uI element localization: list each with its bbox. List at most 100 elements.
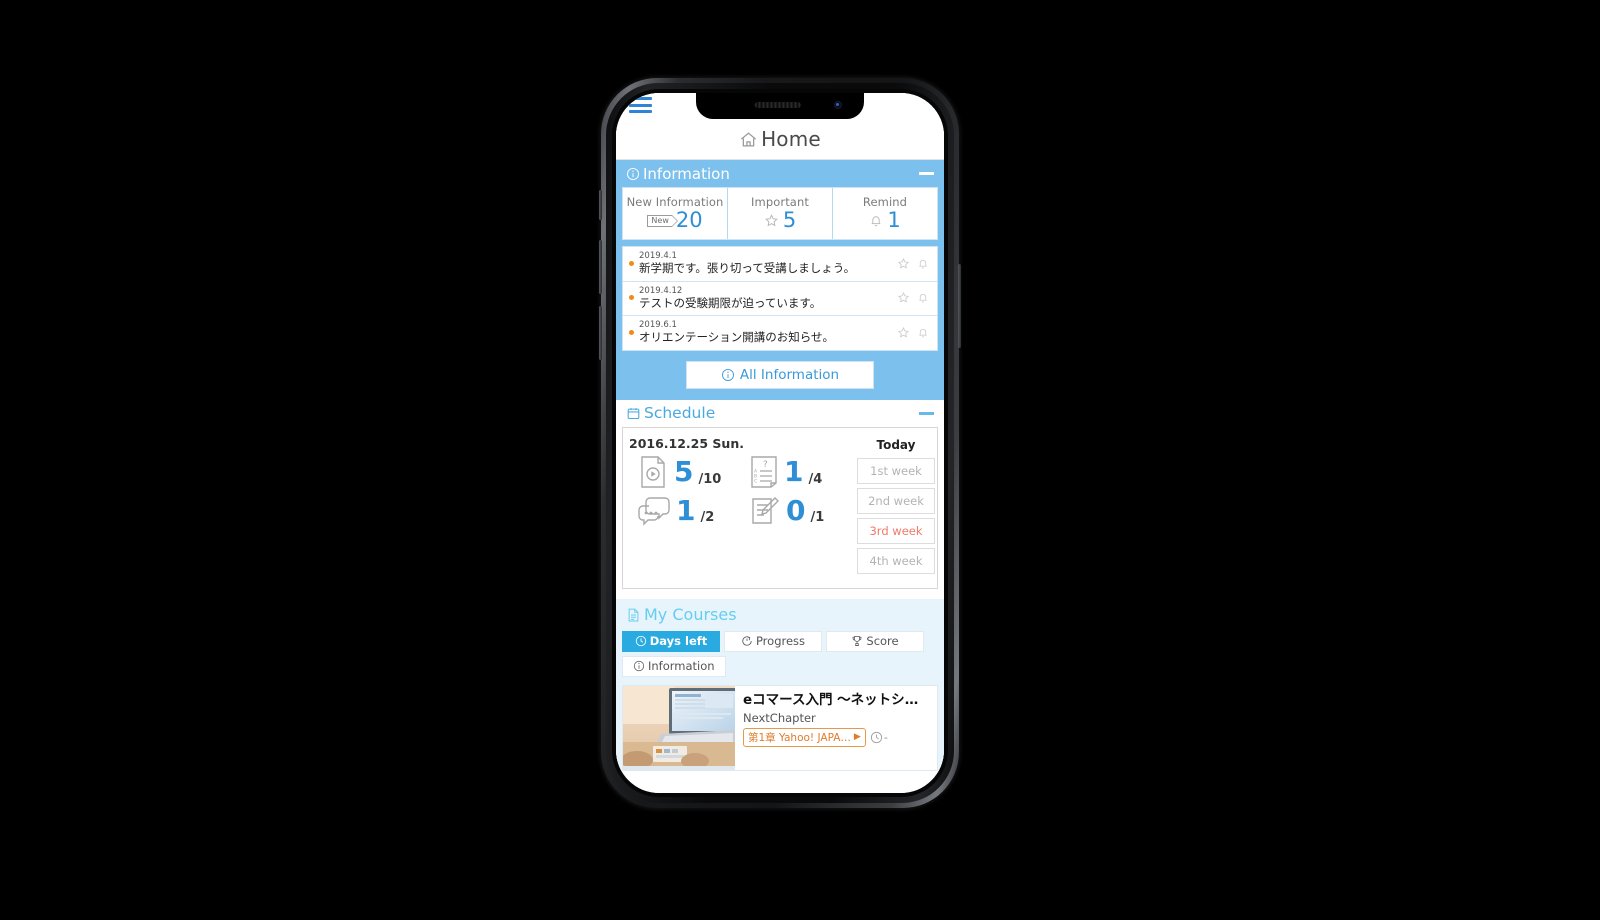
star-icon[interactable] (897, 326, 910, 339)
silent-switch[interactable] (599, 190, 602, 220)
star-icon (764, 214, 778, 227)
page-title-bar: Home (616, 119, 944, 160)
summary-card-remind[interactable]: Remind 1 (833, 188, 937, 239)
volume-down-button[interactable] (599, 306, 602, 360)
clock-icon (635, 636, 646, 647)
course-card[interactable]: eコマース入門 ～ネットショ… NextChapter 第1章 Yahoo! J… (622, 684, 938, 771)
all-information-button[interactable]: All Information (686, 360, 874, 389)
my-courses-title: My Courses (644, 605, 737, 625)
clock-icon (870, 731, 882, 743)
counter-total: /2 (700, 509, 715, 525)
course-title: eコマース入門 ～ネットショ… (743, 691, 931, 708)
summary-card-new-information[interactable]: New Information New 20 (623, 188, 728, 239)
course-chapter-badge[interactable]: 第1章 Yahoo! JAPA… ▶ (743, 727, 866, 747)
information-list: 2019.4.1 新学期です。張り切って受講しましょう。 2019.4.12 テ… (622, 246, 938, 351)
home-icon (741, 131, 757, 146)
list-item-message: 新学期です。張り切って受講しましょう。 (639, 261, 856, 276)
list-item-actions (897, 326, 929, 339)
unread-dot-icon (629, 260, 634, 266)
list-item-actions (897, 291, 929, 304)
summary-card-value-row: 5 (730, 210, 830, 231)
list-item[interactable]: 2019.4.1 新学期です。張り切って受講しましょう。 (622, 246, 938, 282)
tab-label: Information (648, 659, 715, 674)
course-chapter-label: 第1章 Yahoo! JAPA… (748, 731, 851, 744)
svg-text:C: C (754, 478, 757, 484)
bell-icon[interactable] (917, 291, 929, 304)
list-item-date: 2019.4.12 (639, 285, 683, 296)
my-courses-header-label: My Courses (626, 605, 737, 624)
tab-days-left[interactable]: Days left (622, 630, 720, 652)
list-item-text: 2019.4.12 テストの受験期限が迫っています。 (639, 286, 891, 311)
information-title: Information (643, 164, 730, 183)
chevron-right-icon: ▶ (853, 732, 861, 743)
tab-label: Progress (755, 634, 806, 649)
week-button-1[interactable]: 1st week (857, 457, 935, 484)
all-information-label: All Information (739, 366, 840, 383)
list-item-message: テストの受験期限が迫っています。 (639, 295, 822, 310)
new-tag-icon: New (647, 214, 679, 227)
hamburger-menu-icon[interactable] (629, 97, 652, 113)
bell-icon[interactable] (917, 257, 929, 270)
counter-total: /10 (698, 471, 722, 487)
video-lesson-icon (641, 455, 665, 488)
bell-icon[interactable] (917, 326, 929, 339)
phone-device-frame: Home Information New Information New 20 … (599, 78, 961, 808)
information-collapse-icon[interactable] (919, 172, 934, 175)
quiz-test-icon: ? A B C (751, 455, 777, 488)
schedule-counters: 2016.12.25 Sun. 5 /10 ? A B C 1 /4 1 /2 … (629, 436, 853, 578)
counter-discussion[interactable]: 1 /2 (629, 495, 741, 527)
summary-card-label: Important (751, 195, 809, 209)
list-item[interactable]: 2019.4.12 テストの受験期限が迫っています。 (622, 281, 938, 317)
information-header-label: Information (626, 165, 730, 183)
today-label: Today (876, 437, 916, 452)
week-button-4[interactable]: 4th week (857, 547, 935, 574)
counter-total: /4 (808, 471, 823, 487)
schedule-collapse-icon[interactable] (919, 411, 934, 415)
bell-icon (871, 216, 881, 227)
star-icon[interactable] (897, 257, 910, 270)
course-filter-tabs: Days left Progress Score Information (616, 630, 944, 685)
schedule-header: Schedule (616, 400, 944, 427)
my-courses-section: My Courses Days left Progress Score Info… (616, 598, 944, 771)
phone-bezel: Home Information New Information New 20 … (612, 89, 948, 797)
counter-video-lesson[interactable]: 5 /10 (629, 455, 741, 489)
week-button-2[interactable]: 2nd week (857, 487, 935, 514)
discussion-icon (638, 496, 670, 526)
power-button[interactable] (958, 264, 961, 348)
counter-report[interactable]: 0 /1 (741, 495, 853, 527)
counter-value: 1 (784, 454, 804, 488)
progress-icon (742, 636, 752, 646)
course-thumbnail (623, 685, 735, 770)
tab-progress[interactable]: Progress (724, 630, 822, 652)
summary-card-value: 5 (782, 208, 797, 232)
week-button-3[interactable]: 3rd week (857, 517, 935, 544)
schedule-section: Schedule 2016.12.25 Sun. 5 /10 ? A B C 1… (616, 399, 944, 599)
schedule-header-label: Schedule (626, 404, 715, 422)
schedule-date: 2016.12.25 Sun. (629, 435, 744, 451)
list-item-date: 2019.4.1 (639, 251, 677, 261)
trophy-icon (853, 636, 862, 647)
counter-total: /1 (810, 509, 825, 525)
course-details: eコマース入門 ～ネットショ… NextChapter 第1章 Yahoo! J… (735, 686, 937, 770)
summary-card-important[interactable]: Important 5 (728, 188, 833, 239)
tab-label: Days left (649, 634, 708, 649)
list-item[interactable]: 2019.6.1 オリエンテーション開講のお知らせ。 (622, 316, 938, 351)
unread-dot-icon (629, 329, 634, 335)
summary-card-label: Remind (862, 195, 908, 209)
front-camera-icon (834, 101, 842, 109)
info-circle-icon (721, 368, 734, 381)
counter-quiz-test[interactable]: ? A B C 1 /4 (741, 455, 853, 489)
information-section: Information New Information New 20 Impor… (616, 160, 944, 400)
list-item-message: オリエンテーション開講のお知らせ。 (639, 330, 835, 345)
volume-up-button[interactable] (599, 240, 602, 294)
tab-information[interactable]: Information (622, 655, 726, 677)
document-icon (628, 608, 639, 622)
tab-score[interactable]: Score (826, 630, 924, 652)
report-icon (752, 496, 779, 524)
week-selector: Today 1st week 2nd week 3rd week 4th wee… (853, 436, 935, 578)
counter-value: 5 (674, 454, 694, 488)
all-information-wrap: All Information (616, 360, 944, 389)
summary-card-value-row: 1 (835, 210, 935, 231)
list-item-actions (897, 257, 929, 270)
star-icon[interactable] (897, 291, 910, 304)
